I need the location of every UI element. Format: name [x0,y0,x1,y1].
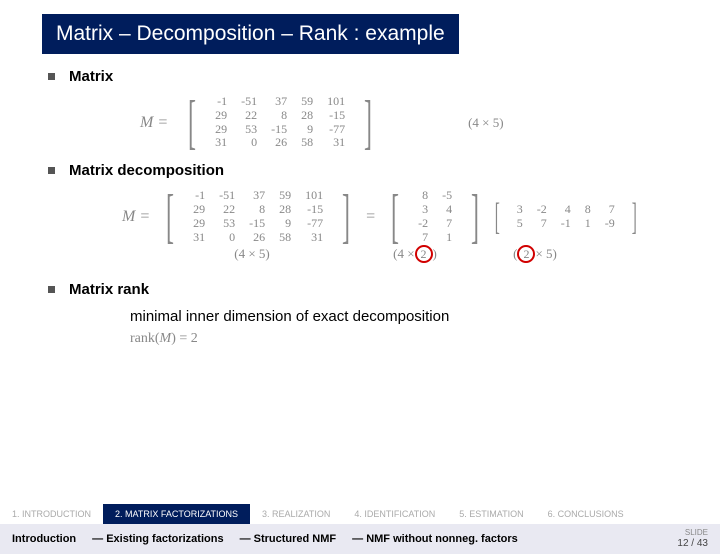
slide-title: Matrix – Decomposition – Rank : example [42,14,459,54]
section-decomp: Matrix decomposition M = [ -1-513759101 … [48,162,672,263]
matrix-b: [ 3-2487 57-11-9 ] [491,201,640,233]
bullet-icon [48,73,55,80]
breadcrumb-item: — Existing factorizations [92,533,223,545]
slide-counter: SLIDE 12 / 43 [677,529,708,549]
tab-identification[interactable]: 4. IDENTIFICATION [342,504,447,524]
matrix-m-dim: (4 × 5) [468,115,504,131]
rank-circle-icon: 2 [415,245,433,263]
dim-a: (4 × 2 ) [370,245,460,263]
section-matrix: Matrix M = [ -1-513759101 2922828-15 295… [48,68,672,150]
equals-sign: = [362,208,379,226]
dim-m: (4 × 5) [162,245,342,263]
matrix-a: [ 8-5 34 -27 71 ] [385,189,485,244]
matrix-symbol: M = [136,114,172,132]
rank-equation: rank(M) = 2 [48,331,672,347]
dim-b: ( 2 × 5) [460,245,610,263]
tab-matrix-factorizations[interactable]: 2. MATRIX FACTORIZATIONS [103,504,250,524]
bullet-icon [48,286,55,293]
tab-conclusions[interactable]: 6. CONCLUSIONS [536,504,636,524]
rank-circle-icon: 2 [517,245,535,263]
tab-introduction[interactable]: 1. INTRODUCTION [0,504,103,524]
bullet-icon [48,167,55,174]
breadcrumb-lead: Introduction [12,533,76,545]
matrix-symbol: M = [118,208,154,226]
section-label: Matrix rank [69,281,149,298]
breadcrumb-item: — Structured NMF [240,533,337,545]
section-tabs: 1. INTRODUCTION 2. MATRIX FACTORIZATIONS… [0,504,720,524]
section-rank: Matrix rank minimal inner dimension of e… [48,281,672,347]
slide-content: Matrix M = [ -1-513759101 2922828-15 295… [0,68,720,347]
tab-realization[interactable]: 3. REALIZATION [250,504,342,524]
tab-estimation[interactable]: 5. ESTIMATION [447,504,535,524]
matrix-m-copy: [ -1-513759101 2922828-15 2953-159-77 31… [160,189,356,244]
breadcrumb-item: — NMF without nonneg. factors [352,533,518,545]
matrix-m: [ -1-513759101 2922828-15 2953-159-77 31… [182,95,378,150]
rank-definition: minimal inner dimension of exact decompo… [48,308,672,325]
slide-footer: 1. INTRODUCTION 2. MATRIX FACTORIZATIONS… [0,504,720,554]
section-label: Matrix decomposition [69,162,224,179]
section-label: Matrix [69,68,113,85]
